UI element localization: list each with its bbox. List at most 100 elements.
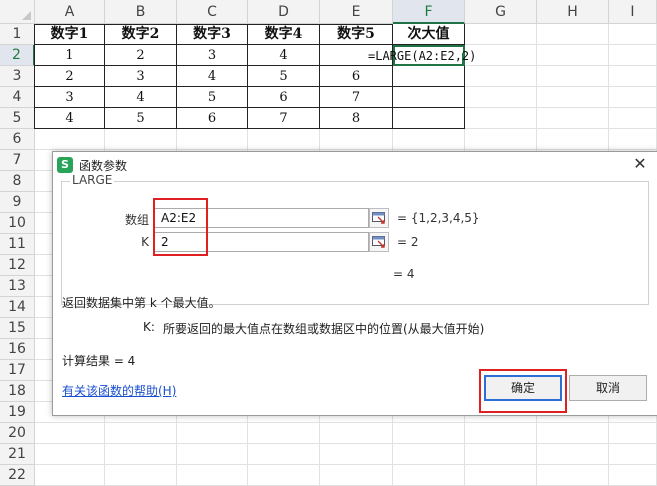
grid-cell[interactable] — [537, 129, 609, 150]
grid-cell[interactable] — [609, 465, 657, 486]
grid-cell[interactable] — [177, 423, 248, 444]
grid-cell[interactable] — [393, 444, 465, 465]
row-header[interactable]: 5 — [0, 108, 35, 129]
row-header[interactable]: 1 — [0, 24, 35, 45]
grid-cell[interactable] — [248, 444, 320, 465]
ok-button[interactable]: 确定 — [484, 375, 562, 401]
grid-cell[interactable] — [465, 444, 537, 465]
array-input[interactable]: A2:E2 — [154, 208, 369, 228]
column-header[interactable]: I — [609, 0, 657, 24]
data-cell[interactable]: 4 — [248, 45, 320, 66]
grid-cell[interactable] — [393, 423, 465, 444]
grid-cell[interactable] — [393, 465, 465, 486]
column-header[interactable]: F — [393, 0, 465, 24]
column-header[interactable]: H — [537, 0, 609, 24]
data-cell[interactable]: 3 — [177, 45, 248, 66]
k-input[interactable]: 2 — [154, 232, 369, 252]
data-cell[interactable]: 5 — [177, 87, 248, 108]
select-all-corner[interactable] — [0, 0, 35, 24]
row-header[interactable]: 12 — [0, 255, 35, 276]
column-header[interactable]: C — [177, 0, 248, 24]
function-help-link[interactable]: 有关该函数的帮助(H) — [62, 382, 176, 399]
row-header[interactable]: 22 — [0, 465, 35, 486]
close-icon[interactable]: ✕ — [631, 155, 649, 173]
data-cell[interactable]: 5 — [248, 66, 320, 87]
grid-cell[interactable] — [609, 423, 657, 444]
grid-cell[interactable] — [320, 129, 393, 150]
data-cell[interactable]: 2 — [105, 45, 177, 66]
data-cell[interactable]: 1 — [35, 45, 105, 66]
column-header[interactable]: D — [248, 0, 320, 24]
grid-cell[interactable] — [537, 465, 609, 486]
grid-cell[interactable] — [105, 444, 177, 465]
header-cell[interactable]: 数字5 — [320, 24, 393, 45]
grid-cell[interactable] — [320, 465, 393, 486]
header-cell[interactable]: 数字3 — [177, 24, 248, 45]
cancel-button[interactable]: 取消 — [569, 375, 647, 401]
grid-cell[interactable] — [537, 87, 609, 108]
data-cell[interactable]: 4 — [35, 108, 105, 129]
grid-cell[interactable] — [465, 108, 537, 129]
grid-cell[interactable] — [35, 423, 105, 444]
data-cell[interactable]: 8 — [320, 108, 393, 129]
grid-cell[interactable] — [105, 465, 177, 486]
data-cell[interactable]: 4 — [105, 87, 177, 108]
row-header[interactable]: 16 — [0, 339, 35, 360]
row-header[interactable]: 15 — [0, 318, 35, 339]
row-header[interactable]: 11 — [0, 234, 35, 255]
row-header[interactable]: 9 — [0, 192, 35, 213]
header-cell[interactable]: 数字2 — [105, 24, 177, 45]
row-header[interactable]: 17 — [0, 360, 35, 381]
grid-cell[interactable] — [105, 423, 177, 444]
grid-cell[interactable] — [177, 444, 248, 465]
grid-cell[interactable] — [177, 465, 248, 486]
grid-cell[interactable] — [609, 129, 657, 150]
column-header[interactable]: E — [320, 0, 393, 24]
grid-cell[interactable] — [393, 129, 465, 150]
data-cell[interactable]: 7 — [320, 87, 393, 108]
header-cell[interactable]: 数字1 — [35, 24, 105, 45]
column-header[interactable]: G — [465, 0, 537, 24]
grid-cell[interactable] — [465, 129, 537, 150]
grid-cell[interactable] — [465, 465, 537, 486]
row-header[interactable]: 2 — [0, 45, 35, 66]
grid-cell[interactable] — [465, 423, 537, 444]
grid-cell[interactable] — [537, 24, 609, 45]
grid-cell[interactable] — [248, 129, 320, 150]
grid-cell[interactable] — [320, 444, 393, 465]
row-header[interactable]: 4 — [0, 87, 35, 108]
array-range-picker-button[interactable] — [369, 208, 389, 228]
column-header[interactable]: B — [105, 0, 177, 24]
data-cell[interactable]: 6 — [177, 108, 248, 129]
grid-cell[interactable] — [537, 45, 609, 66]
data-cell[interactable]: 5 — [105, 108, 177, 129]
data-cell[interactable]: 3 — [105, 66, 177, 87]
data-cell[interactable]: 3 — [35, 87, 105, 108]
grid-cell[interactable] — [105, 129, 177, 150]
data-cell[interactable]: 7 — [248, 108, 320, 129]
grid-cell[interactable] — [609, 24, 657, 45]
grid-cell[interactable] — [35, 129, 105, 150]
grid-cell[interactable] — [465, 87, 537, 108]
grid-cell[interactable] — [609, 108, 657, 129]
grid-cell[interactable] — [177, 129, 248, 150]
grid-cell[interactable] — [609, 66, 657, 87]
grid-cell[interactable] — [465, 66, 537, 87]
grid-cell[interactable] — [537, 423, 609, 444]
row-header[interactable]: 7 — [0, 150, 35, 171]
data-cell[interactable]: 6 — [248, 87, 320, 108]
row-header[interactable]: 20 — [0, 423, 35, 444]
data-cell[interactable] — [393, 66, 465, 87]
row-header[interactable]: 8 — [0, 171, 35, 192]
header-cell[interactable]: 数字4 — [248, 24, 320, 45]
grid-cell[interactable] — [609, 45, 657, 66]
row-header[interactable]: 19 — [0, 402, 35, 423]
row-header[interactable]: 6 — [0, 129, 35, 150]
grid-cell[interactable] — [537, 444, 609, 465]
data-cell[interactable]: 2 — [35, 66, 105, 87]
row-header[interactable]: 10 — [0, 213, 35, 234]
row-header[interactable]: 13 — [0, 276, 35, 297]
grid-cell[interactable] — [320, 423, 393, 444]
grid-cell[interactable] — [35, 444, 105, 465]
row-header[interactable]: 14 — [0, 297, 35, 318]
